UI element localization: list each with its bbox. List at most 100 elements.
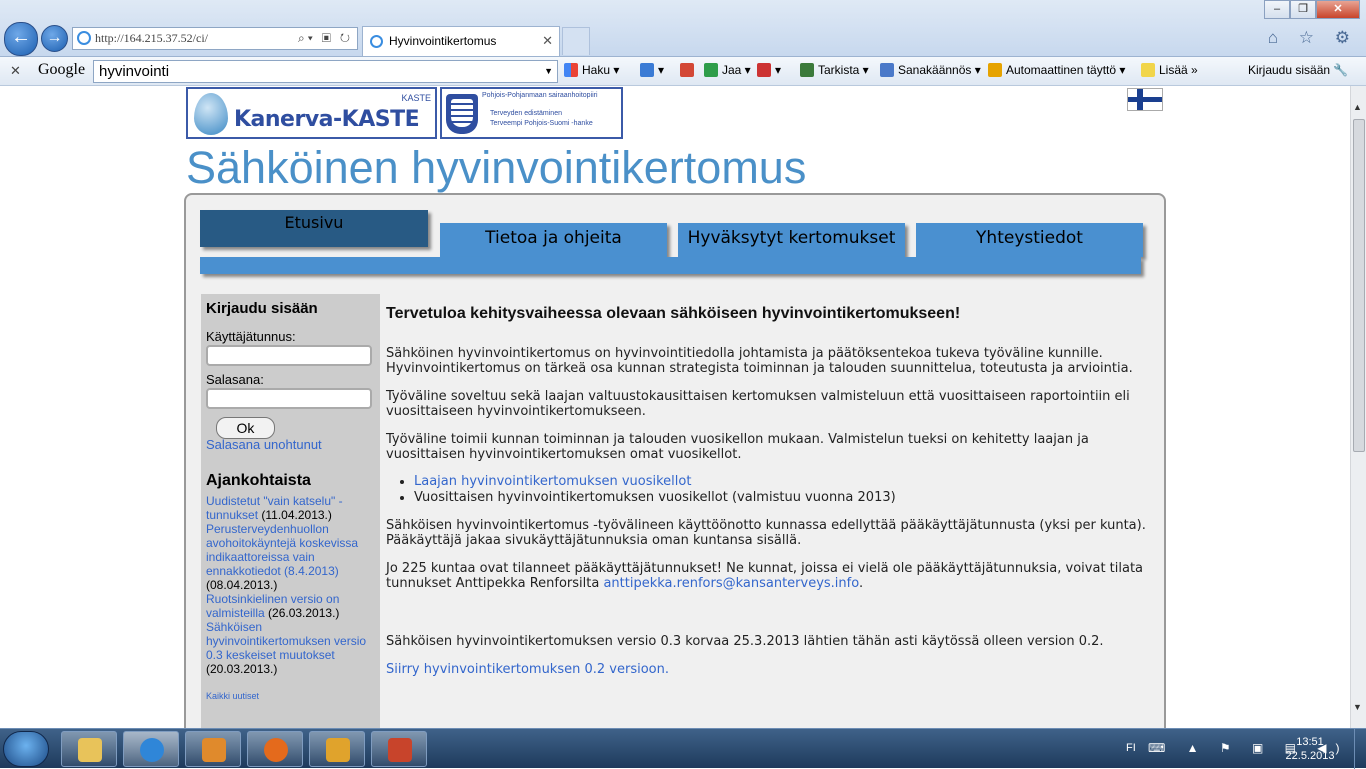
media-player-icon xyxy=(202,738,226,762)
news-link[interactable]: Sähköisen hyvinvointikertomuksen versio … xyxy=(206,620,366,662)
logo2-line2: Terveyden edistäminen xyxy=(490,110,562,117)
firefox-icon xyxy=(264,738,288,762)
news-heading: Ajankohtaista xyxy=(206,472,311,489)
intro-paragraph: Sähköinen hyvinvointikertomus on hyvinvo… xyxy=(386,346,1133,376)
logo2-line3: Terveempi Pohjois-Suomi -hanke xyxy=(490,120,593,127)
username-input[interactable] xyxy=(206,345,372,366)
logo1-name: Kanerva-KASTE xyxy=(234,107,420,132)
sanakaannos-button[interactable]: Sanakäännös ▾ xyxy=(880,63,981,77)
kanerva-kaste-logo[interactable]: Kanerva-KASTE KASTE xyxy=(186,87,437,139)
tab-etusivu[interactable]: Etusivu xyxy=(200,210,428,247)
wrench-icon[interactable]: 🔧 xyxy=(1333,63,1348,77)
address-text: http://164.215.37.52/ci/ xyxy=(95,31,208,45)
main-content: Tervetuloa kehitysvaiheessa olevaan sähk… xyxy=(386,306,1156,690)
clock-date: 22.5.2013 xyxy=(1285,750,1335,762)
vertical-scrollbar[interactable]: ▲ ▼ xyxy=(1350,86,1366,728)
close-tab-icon[interactable]: ✕ xyxy=(542,27,553,55)
autofill-button[interactable]: Automaattinen täyttö ▾ xyxy=(988,63,1125,77)
sidebar: Kirjaudu sisään Käyttäjätunnus: Salasana… xyxy=(201,294,380,728)
window-controls: – ❐ ✕ xyxy=(1264,0,1360,19)
clock-time: 13:51 xyxy=(1296,736,1324,748)
forward-button[interactable]: → xyxy=(41,25,68,52)
logo2-line1: Pohjois-Pohjanmaan sairaanhoitopiiri xyxy=(482,92,598,99)
scroll-up-icon[interactable]: ▲ xyxy=(1353,102,1362,112)
google-search-input[interactable]: hyvinvointi ▼ xyxy=(93,60,558,83)
address-bar[interactable]: http://164.215.37.52/ci/ ⌕▾ ▣ ↻ xyxy=(72,27,358,50)
show-desktop-button[interactable] xyxy=(1354,729,1366,769)
all-news-link[interactable]: Kaikki uutiset xyxy=(206,691,375,701)
gplus-icon[interactable] xyxy=(680,63,698,77)
scroll-thumb[interactable] xyxy=(1353,119,1365,452)
outlook-taskbar-button[interactable] xyxy=(309,731,365,767)
yearclock-list: Laajan hyvinvointikertomuksen vuosikello… xyxy=(414,474,1156,505)
email-link[interactable]: anttipekka.renfors@kansanterveys.info xyxy=(603,576,859,591)
start-button[interactable] xyxy=(3,731,49,767)
forgot-password-link[interactable]: Salasana unohtunut xyxy=(206,437,375,452)
news-link[interactable]: Perusterveydenhuollon avohoitokäyntejä k… xyxy=(206,522,358,578)
tab-hyvaksytyt[interactable]: Hyväksytyt kertomukset xyxy=(678,223,905,257)
tab-favicon-icon xyxy=(370,35,383,48)
plus-button[interactable]: ▾ xyxy=(640,63,664,77)
new-tab-button[interactable] xyxy=(562,27,590,55)
language-indicator[interactable]: FI xyxy=(1126,742,1136,754)
media-player-taskbar-button[interactable] xyxy=(185,731,241,767)
close-toolbar-icon[interactable]: ✕ xyxy=(10,63,21,79)
pps-logo[interactable]: Pohjois-Pohjanmaan sairaanhoitopiiri Ter… xyxy=(440,87,623,139)
password-input[interactable] xyxy=(206,388,372,409)
tab-tietoa[interactable]: Tietoa ja ohjeita xyxy=(440,223,667,257)
welcome-heading: Tervetuloa kehitysvaiheessa olevaan sähk… xyxy=(386,305,961,322)
maximize-button[interactable]: ❐ xyxy=(1290,0,1316,19)
yearclock-paragraph: Työväline toimii kunnan toiminnan ja tal… xyxy=(386,432,1089,462)
news-item: Sähköisen hyvinvointikertomuksen versio … xyxy=(206,620,375,676)
google-search-value: hyvinvointi xyxy=(99,63,170,80)
password-label: Salasana: xyxy=(206,372,264,387)
ie-page-icon xyxy=(77,31,91,45)
highlighter-icon xyxy=(1141,63,1155,77)
login-heading: Kirjaudu sisään xyxy=(206,300,318,317)
municipalities-paragraph: Jo 225 kuntaa ovat tilanneet pääkäyttäjä… xyxy=(386,561,1156,591)
translate-icon[interactable]: ▾ xyxy=(757,63,781,77)
login-ok-button[interactable]: Ok xyxy=(216,417,275,439)
minimize-button[interactable]: – xyxy=(1264,0,1290,19)
powerpoint-taskbar-button[interactable] xyxy=(371,731,427,767)
dictionary-icon xyxy=(880,63,894,77)
back-button[interactable]: ← xyxy=(4,22,38,56)
tab-yhteystiedot[interactable]: Yhteystiedot xyxy=(916,223,1143,257)
nav-bar xyxy=(200,257,1141,274)
close-window-button[interactable]: ✕ xyxy=(1316,0,1360,19)
lisaa-button[interactable]: Lisää » xyxy=(1141,63,1198,77)
google-icon xyxy=(564,63,578,77)
list-item: Laajan hyvinvointikertomuksen vuosikello… xyxy=(414,474,1156,489)
share-icon xyxy=(704,63,718,77)
list-item: Vuosittaisen hyvinvointikertomuksen vuos… xyxy=(414,490,1156,505)
page-content: Kanerva-KASTE KASTE Pohjois-Pohjanmaan s… xyxy=(0,86,1350,728)
page-title: Sähköinen hyvinvointikertomus xyxy=(186,142,807,193)
spellcheck-icon xyxy=(800,63,814,77)
tarkista-button[interactable]: Tarkista ▾ xyxy=(800,63,869,77)
haku-button[interactable]: Haku ▾ xyxy=(564,63,619,77)
old-version-link[interactable]: Siirry hyvinvointikertomuksen 0.2 versio… xyxy=(386,662,669,677)
jaa-button[interactable]: Jaa ▾ xyxy=(704,63,751,77)
laaja-vuosikello-link[interactable]: Laajan hyvinvointikertomuksen vuosikello… xyxy=(414,474,691,489)
firefox-taskbar-button[interactable] xyxy=(247,731,303,767)
clock[interactable]: 13:51 22.5.2013 xyxy=(1284,735,1336,763)
outlook-icon xyxy=(326,738,350,762)
finnish-flag-icon[interactable] xyxy=(1127,88,1163,111)
news-date: (08.04.2013.) xyxy=(206,578,278,592)
news-item: Perusterveydenhuollon avohoitokäyntejä k… xyxy=(206,522,375,592)
home-favorites-tools-icon[interactable]: ⌂ ☆ ⚙ xyxy=(1268,28,1358,48)
google-login-link[interactable]: Kirjaudu sisään 🔧 xyxy=(1248,63,1348,77)
scroll-down-icon[interactable]: ▼ xyxy=(1353,702,1362,712)
address-tools-icon[interactable]: ⌕▾ ▣ ↻ xyxy=(298,28,353,49)
browser-tab[interactable]: Hyvinvointikertomus ✕ xyxy=(362,26,560,56)
explorer-taskbar-button[interactable] xyxy=(61,731,117,767)
folder-icon xyxy=(78,738,102,762)
taskbar: FI ⌨ ▲ ⚑ ▣ ▤ ◀) 13:51 22.5.2013 xyxy=(0,728,1366,769)
powerpoint-icon xyxy=(388,738,412,762)
dropdown-icon[interactable]: ▼ xyxy=(544,61,553,82)
tool-paragraph: Työväline soveltuu sekä laajan valtuusto… xyxy=(386,389,1130,419)
news-date: (26.03.2013.) xyxy=(264,606,340,620)
ie-taskbar-button[interactable] xyxy=(123,731,179,767)
adoption-paragraph: Sähköisen hyvinvointikertomus -työväline… xyxy=(386,518,1146,548)
version-paragraph: Sähköisen hyvinvointikertomuksen versio … xyxy=(386,634,1104,649)
